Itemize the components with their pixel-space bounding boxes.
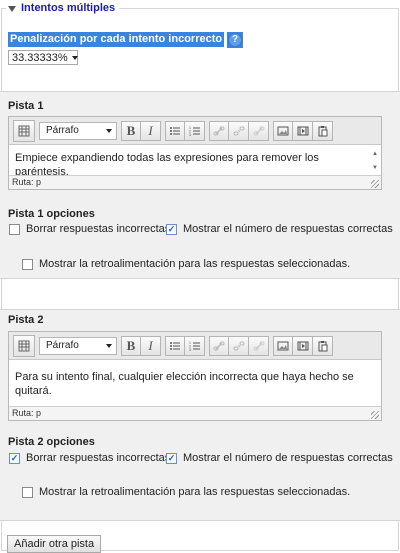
media-icon[interactable] — [293, 335, 313, 356]
editor-status-bar: Ruta: p — [9, 175, 381, 189]
hint-2-title: Pista 2 — [8, 314, 44, 326]
unlink-icon[interactable] — [229, 120, 249, 141]
anchor-icon[interactable] — [249, 335, 269, 356]
link-icon[interactable] — [209, 120, 229, 141]
hint-1-options-title: Pista 1 opciones — [8, 208, 95, 220]
section-legend[interactable]: Intentos múltiples — [6, 2, 120, 14]
penalty-label: Penalización por cada intento incorrecto — [8, 32, 225, 47]
collapse-triangle-icon[interactable] — [8, 5, 16, 12]
chevron-down-icon — [71, 55, 78, 60]
italic-button[interactable]: I — [141, 120, 161, 141]
checkbox-checked[interactable]: ✓ — [166, 223, 177, 235]
media-icon[interactable] — [293, 120, 313, 141]
bullet-list-icon[interactable] — [165, 335, 185, 356]
format-select[interactable]: Párrafo — [39, 336, 117, 355]
editor-toolbar: Párrafo B I 123 — [9, 117, 381, 145]
format-select-value: Párrafo — [46, 125, 79, 136]
paste-icon[interactable] — [313, 120, 333, 141]
hint-1-block: Pista 1 Párrafo B I 123 Empiece expandie… — [0, 91, 400, 279]
checkbox[interactable] — [22, 258, 33, 270]
add-hint-button[interactable]: Añadir otra pista — [7, 535, 102, 553]
image-icon[interactable] — [273, 120, 293, 141]
svg-text:3: 3 — [189, 348, 191, 352]
hint-1-show-num-correct[interactable]: ✓ Mostrar el número de respuestas correc… — [166, 223, 393, 235]
bullet-list-icon[interactable] — [165, 120, 185, 141]
hint-2-show-num-correct[interactable]: ✓ Mostrar el número de respuestas correc… — [166, 452, 393, 464]
hint-2-text: Para su intento final, cualquier elecció… — [15, 371, 354, 397]
format-select[interactable]: Párrafo — [39, 121, 117, 140]
checkbox-checked[interactable]: ✓ — [9, 452, 20, 464]
editor-path: Ruta: p — [12, 177, 42, 187]
hint-2-text-area[interactable]: Para su intento final, cualquier elecció… — [9, 360, 381, 406]
checkbox[interactable] — [9, 223, 20, 235]
hint-1-clear-wrong[interactable]: Borrar respuestas incorrectas — [9, 223, 170, 235]
numbered-list-icon[interactable]: 123 — [185, 335, 205, 356]
resize-grip-icon[interactable] — [371, 180, 379, 188]
hint-2-show-num-correct-label: Mostrar el número de respuestas correcta… — [183, 452, 393, 464]
numbered-list-icon[interactable]: 123 — [185, 120, 205, 141]
resize-grip-icon[interactable] — [371, 411, 379, 419]
section-title[interactable]: Intentos múltiples — [21, 2, 115, 14]
hint-1-title: Pista 1 — [8, 100, 44, 112]
paste-icon[interactable] — [313, 335, 333, 356]
hint-2-editor: Párrafo B I 123 Para su intento final, c… — [8, 331, 382, 421]
chevron-down-icon — [106, 343, 112, 348]
hint-1-show-num-correct-label: Mostrar el número de respuestas correcta… — [183, 223, 393, 235]
penalty-selected-value: 33.33333% — [12, 51, 68, 64]
unlink-icon[interactable] — [229, 335, 249, 356]
checkbox-checked[interactable]: ✓ — [166, 452, 177, 464]
hint-1-show-feedback[interactable]: Mostrar la retroalimentación para las re… — [22, 258, 350, 270]
editor-toolbar: Párrafo B I 123 — [9, 332, 381, 360]
penalty-select[interactable]: 33.33333% — [8, 50, 78, 65]
checkbox[interactable] — [22, 486, 33, 498]
anchor-icon[interactable] — [249, 120, 269, 141]
scrollbar[interactable]: ▲ ▼ — [371, 147, 379, 173]
toolbar-toggle-icon[interactable] — [13, 334, 35, 357]
hint-1-text-area[interactable]: Empiece expandiendo todas las expresione… — [9, 145, 381, 178]
bold-button[interactable]: B — [121, 335, 141, 356]
hint-2-show-feedback[interactable]: Mostrar la retroalimentación para las re… — [22, 486, 350, 498]
hint-2-options-title: Pista 2 opciones — [8, 436, 95, 448]
editor-status-bar: Ruta: p — [9, 406, 381, 420]
editor-path: Ruta: p — [12, 408, 42, 418]
hint-1-clear-wrong-label: Borrar respuestas incorrectas — [26, 223, 171, 235]
italic-button[interactable]: I — [141, 335, 161, 356]
hint-1-editor: Párrafo B I 123 Empiece expandiendo toda… — [8, 116, 382, 190]
chevron-down-icon — [106, 128, 112, 133]
format-select-value: Párrafo — [46, 340, 79, 351]
image-icon[interactable] — [273, 335, 293, 356]
hint-2-clear-wrong-label: Borrar respuestas incorrectas — [26, 452, 171, 464]
hint-1-show-feedback-label: Mostrar la retroalimentación para las re… — [39, 258, 351, 270]
hint-2-show-feedback-label: Mostrar la retroalimentación para las re… — [39, 486, 351, 498]
svg-text:3: 3 — [189, 133, 191, 137]
penalty-label-row: Penalización por cada intento incorrecto… — [8, 31, 244, 48]
link-icon[interactable] — [209, 335, 229, 356]
help-icon[interactable]: ? — [228, 32, 243, 47]
bold-button[interactable]: B — [121, 120, 141, 141]
hint-2-clear-wrong[interactable]: ✓ Borrar respuestas incorrectas — [9, 452, 170, 464]
toolbar-toggle-icon[interactable] — [13, 119, 35, 142]
